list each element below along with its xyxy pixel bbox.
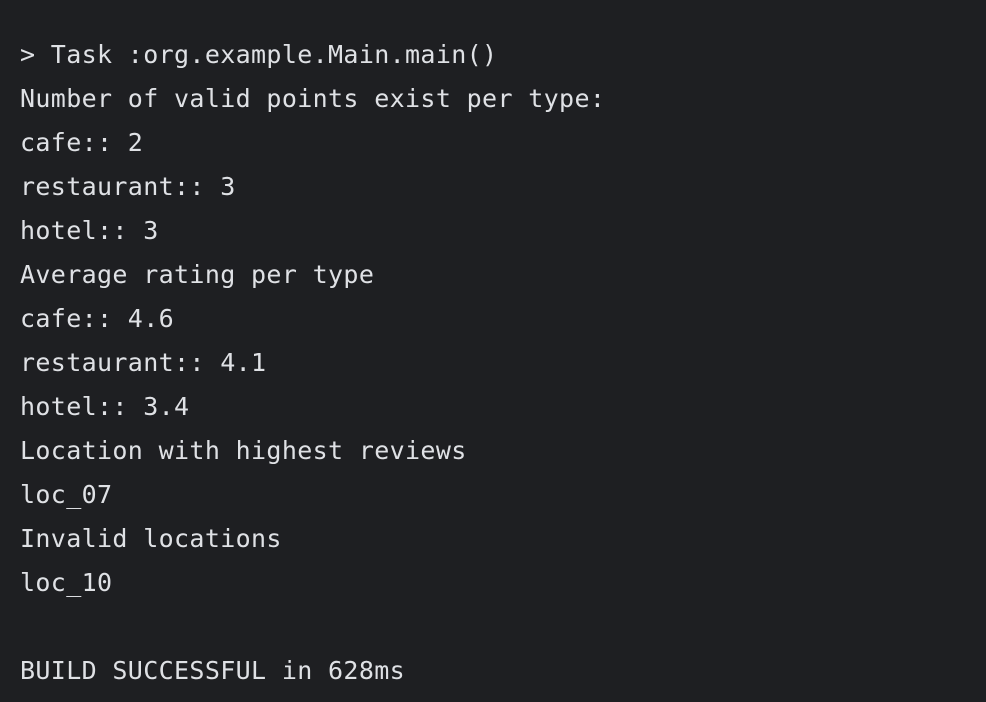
build-status-line: BUILD SUCCESSFUL in 628ms	[20, 656, 406, 685]
output-line: cafe:: 4.6	[20, 304, 175, 333]
output-line: loc_07	[20, 480, 113, 509]
output-line: hotel:: 3	[20, 216, 159, 245]
output-line: loc_10	[20, 568, 113, 597]
output-line: hotel:: 3.4	[20, 392, 190, 421]
output-line: Invalid locations	[20, 524, 282, 553]
output-line: Average rating per type	[20, 260, 375, 289]
run-console-output[interactable]: > Task :org.example.Main.main() Number o…	[0, 0, 986, 702]
output-line: Number of valid points exist per type:	[20, 84, 606, 113]
output-line: Location with highest reviews	[20, 436, 467, 465]
output-line: restaurant:: 3	[20, 172, 236, 201]
output-line: restaurant:: 4.1	[20, 348, 267, 377]
task-line: > Task :org.example.Main.main()	[20, 40, 498, 69]
output-line: cafe:: 2	[20, 128, 144, 157]
